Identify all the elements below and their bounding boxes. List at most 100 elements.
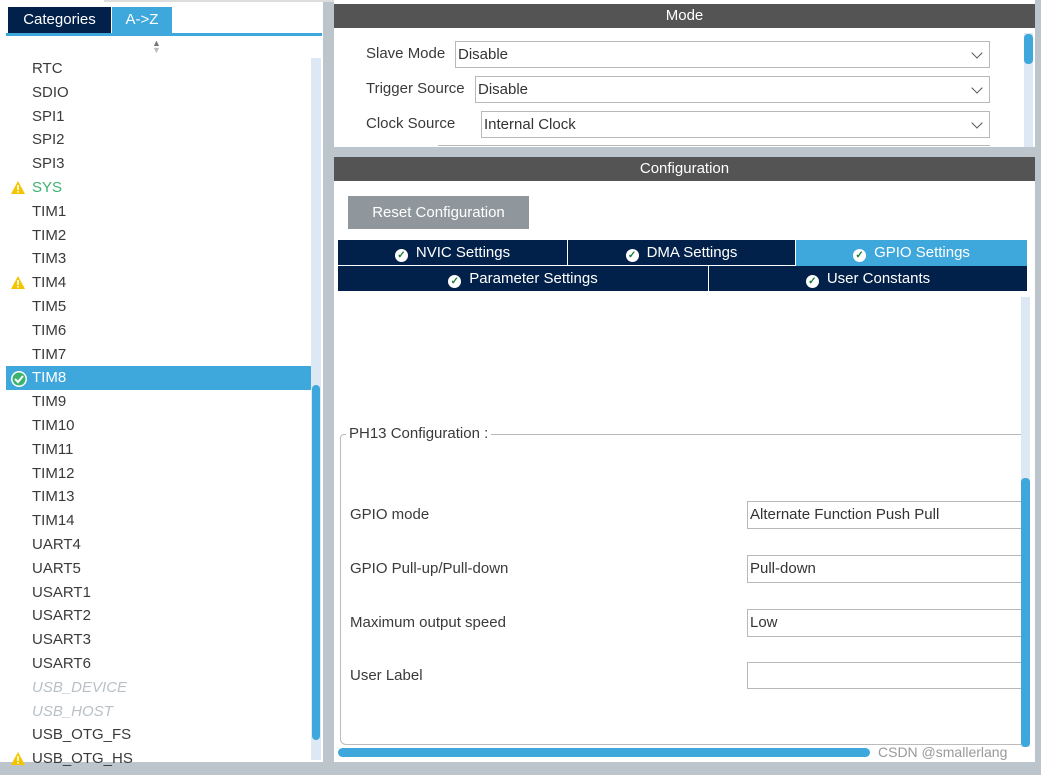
clock-source-select[interactable]: Internal Clock: [481, 111, 990, 138]
chevron-down-icon: [971, 82, 983, 94]
tab-user-constants[interactable]: ✓ User Constants: [709, 266, 1027, 291]
clock-source-label: Clock Source: [366, 115, 456, 132]
list-item[interactable]: USART1: [6, 581, 311, 605]
reset-configuration-button[interactable]: Reset Configuration: [348, 196, 529, 229]
list-item[interactable]: SPI2: [6, 128, 311, 152]
list-item[interactable]: USB_DEVICE: [6, 676, 311, 700]
list-item[interactable]: SYS: [6, 176, 311, 200]
trigger-source-select[interactable]: Disable: [475, 76, 990, 103]
list-item[interactable]: USART6: [6, 652, 311, 676]
list-item[interactable]: TIM6: [6, 319, 311, 343]
tab-label: Parameter Settings: [469, 270, 598, 287]
list-item[interactable]: TIM11: [6, 438, 311, 462]
configuration-header: Configuration: [334, 157, 1035, 181]
watermark: CSDN @smallerlang: [878, 744, 1008, 760]
configuration-panel: Configuration Reset Configuration ✓ NVIC …: [334, 157, 1035, 762]
mode-panel: Mode Slave Mode Disable Trigger Source D…: [334, 0, 1035, 147]
list-item[interactable]: TIM1: [6, 200, 311, 224]
slave-mode-value: Disable: [458, 46, 509, 63]
list-item[interactable]: USB_HOST: [6, 700, 311, 724]
tab-label: User Constants: [826, 270, 931, 287]
list-item[interactable]: SDIO: [6, 81, 311, 105]
list-item[interactable]: TIM7: [6, 343, 311, 367]
field-input[interactable]: Pull-down: [747, 555, 1021, 583]
tab-label: DMA Settings: [646, 244, 738, 261]
sort-icon[interactable]: ▲ ▼: [152, 39, 161, 55]
tab-categories[interactable]: Categories: [8, 7, 111, 33]
horizontal-scrollbar-thumb[interactable]: [338, 748, 870, 757]
warning-icon: [10, 751, 26, 767]
check-icon: ✓: [805, 275, 819, 288]
list-item[interactable]: USART3: [6, 628, 311, 652]
config-scrollbar-thumb[interactable]: [1021, 478, 1030, 747]
list-item[interactable]: TIM12: [6, 462, 311, 486]
list-item[interactable]: SPI1: [6, 105, 311, 129]
tab-underline: [6, 33, 322, 36]
list-item-label: TIM9: [32, 393, 67, 411]
list-item-label: USART6: [32, 655, 91, 672]
check-icon: ✓: [448, 275, 462, 288]
list-scrollbar-thumb[interactable]: [312, 385, 320, 740]
list-item[interactable]: TIM3: [6, 247, 311, 271]
slave-mode-label: Slave Mode: [366, 45, 446, 62]
tab-gpio-settings[interactable]: ✓ GPIO Settings: [796, 240, 1027, 266]
list-item-label: UART5: [32, 559, 81, 577]
list-item[interactable]: UART5: [6, 557, 311, 581]
list-item[interactable]: USB_OTG_FS: [6, 723, 311, 747]
list-item[interactable]: USART2: [6, 604, 311, 628]
tab-dma-settings[interactable]: ✓ DMA Settings: [568, 240, 795, 265]
tab-a-z[interactable]: A->Z: [112, 7, 172, 33]
tab-nvic-settings[interactable]: ✓ NVIC Settings: [338, 240, 567, 265]
list-item-label: TIM13: [32, 488, 75, 506]
list-item[interactable]: UART4: [6, 533, 311, 557]
list-item-label: TIM3: [32, 250, 67, 268]
list-item-label: SPI2: [32, 131, 65, 149]
field-input[interactable]: [747, 662, 1021, 689]
mode-scrollbar-thumb[interactable]: [1024, 34, 1033, 64]
check-icon: ✓: [853, 249, 867, 262]
warning-icon: [10, 275, 26, 291]
mode-header: Mode: [334, 4, 1035, 28]
list-item-label: USB_HOST: [32, 702, 113, 720]
list-item-label: TIM7: [32, 345, 67, 363]
peripheral-panel: Categories A->Z ▲ ▼ RTC SDIO SPI1 SPI2 SPI3 SY…: [0, 0, 534, 767]
list-item[interactable]: TIM2: [6, 224, 311, 248]
list-item-label: RTC: [32, 60, 63, 77]
list-item-label: TIM4: [32, 274, 67, 292]
group-title: PH13 Configuration :: [346, 425, 492, 442]
warning-icon: [10, 180, 26, 196]
check-circle-icon: [10, 370, 27, 388]
field-label: GPIO Pull-up/Pull-down: [350, 560, 509, 577]
field-label: GPIO mode: [350, 506, 430, 523]
list-item-label: SPI3: [32, 155, 65, 173]
list-item[interactable]: TIM9: [6, 390, 311, 414]
list-item-label: USART3: [32, 631, 91, 649]
list-item[interactable]: SPI3: [6, 152, 311, 176]
list-item[interactable]: TIM13: [6, 485, 311, 509]
list-item-label: TIM14: [32, 512, 75, 530]
chevron-down-icon: [971, 117, 983, 129]
list-item[interactable]: TIM5: [6, 295, 311, 319]
field-input[interactable]: Low: [747, 609, 1021, 637]
field-input[interactable]: Alternate Function Push Pull: [747, 501, 1021, 529]
list-item[interactable]: TIM14: [6, 509, 311, 533]
list-item[interactable]: TIM10: [6, 414, 311, 438]
trigger-source-label: Trigger Source: [366, 80, 465, 97]
pin-configuration-group: [340, 434, 1021, 745]
next-select-edge: [438, 145, 990, 147]
list-item[interactable]: USB_OTG_HS: [6, 747, 311, 771]
list-item-label: USB_OTG_HS: [32, 750, 133, 768]
list-item[interactable]: TIM4: [6, 271, 311, 295]
list-item-label: SDIO: [32, 83, 69, 101]
list-item[interactable]: RTC: [6, 57, 311, 81]
list-item[interactable]: TIM8: [6, 366, 311, 391]
tab-label: GPIO Settings: [874, 244, 970, 261]
list-item-label: SPI1: [32, 107, 65, 125]
list-item-label: TIM12: [32, 464, 75, 482]
tab-parameter-settings[interactable]: ✓ Parameter Settings: [338, 266, 708, 291]
list-item-label: SYS: [32, 179, 63, 196]
list-item-label: UART4: [32, 536, 81, 553]
slave-mode-select[interactable]: Disable: [455, 41, 990, 68]
list-item-label: TIM11: [32, 440, 74, 458]
list-item-label: USB_OTG_FS: [32, 726, 132, 744]
